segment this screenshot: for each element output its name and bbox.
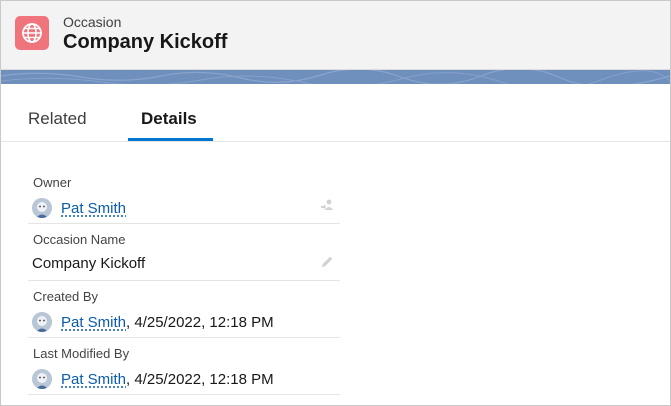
header-banner [1,70,670,84]
field-owner: Owner Pat Smith [28,167,340,224]
avatar [32,369,52,389]
field-label: Occasion Name [33,232,126,247]
tab-details[interactable]: Details [141,109,197,129]
tab-related[interactable]: Related [28,109,87,129]
field-value: Company Kickoff [32,255,145,272]
field-label: Last Modified By [33,346,130,361]
field-label: Created By [33,289,99,304]
last-modified-by-link[interactable]: Pat Smith [61,371,126,388]
field-created-by: Created By Pat Smith , 4/25/2022, 12:18 … [28,281,340,338]
change-owner-icon[interactable] [320,198,334,212]
field-value: Pat Smith , 4/25/2022, 12:18 PM [32,312,274,332]
created-by-link[interactable]: Pat Smith [61,314,126,331]
field-label: Owner [33,175,72,190]
owner-link[interactable]: Pat Smith [61,200,126,217]
object-type-label: Occasion [63,14,122,30]
details-panel: Owner Pat Smith Occasion Name Company Ki… [28,167,340,395]
avatar [32,312,52,332]
record-title: Company Kickoff [63,31,228,53]
last-modified-timestamp: , 4/25/2022, 12:18 PM [126,370,274,388]
field-value: Pat Smith , 4/25/2022, 12:18 PM [32,369,274,389]
occasion-name-value: Company Kickoff [32,255,146,272]
record-tabs: Related Details [1,84,670,142]
globe-icon [15,16,49,50]
record-page: Occasion Company Kickoff Related Details… [0,0,671,406]
field-last-modified-by: Last Modified By Pat Smith , 4/25/2022, … [28,338,340,395]
record-header: Occasion Company Kickoff [1,1,670,70]
created-timestamp: , 4/25/2022, 12:18 PM [126,313,274,331]
field-value: Pat Smith [32,198,126,218]
active-tab-indicator [128,138,213,141]
avatar [32,198,52,218]
field-occasion-name: Occasion Name Company Kickoff [28,224,340,281]
pencil-edit-icon[interactable] [320,255,334,269]
